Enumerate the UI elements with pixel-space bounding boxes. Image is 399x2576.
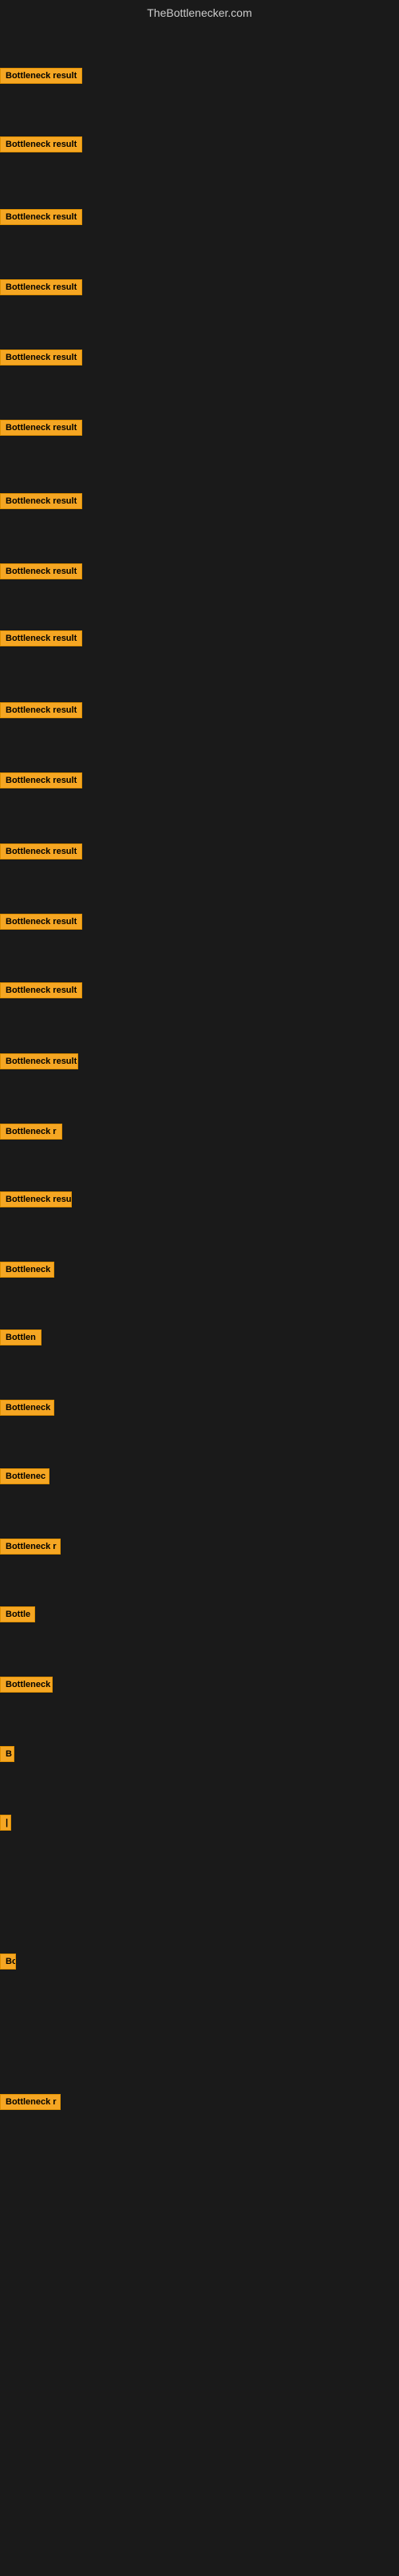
list-item: Bottleneck r	[0, 1539, 61, 1559]
bottleneck-result-badge: Bottleneck result	[0, 420, 82, 436]
list-item: Bottleneck result	[0, 279, 82, 299]
list-item: Bottleneck	[0, 1400, 54, 1420]
list-item: Bottleneck result	[0, 420, 82, 440]
bottleneck-result-badge: Bottleneck result	[0, 982, 82, 998]
list-item: Bottleneck resu	[0, 1191, 72, 1211]
list-item: Bottlen	[0, 1329, 41, 1349]
list-item: Bottleneck result	[0, 493, 82, 513]
list-item: Bottle	[0, 1606, 35, 1626]
list-item: Bottleneck result	[0, 914, 82, 934]
list-item: Bottleneck result	[0, 772, 82, 792]
bottleneck-result-badge: Bottleneck	[0, 1677, 53, 1693]
bottleneck-result-badge: B	[0, 1746, 14, 1762]
bottleneck-result-badge: Bo	[0, 1954, 16, 1970]
bottleneck-result-badge: Bottle	[0, 1606, 35, 1622]
list-item: Bottlenec	[0, 1468, 49, 1488]
bottleneck-result-badge: Bottleneck result	[0, 772, 82, 788]
list-item: Bottleneck	[0, 1262, 54, 1282]
list-item: Bottleneck result	[0, 702, 82, 722]
list-item: B	[0, 1746, 14, 1766]
list-item: Bottleneck result	[0, 209, 82, 229]
bottleneck-result-badge: Bottleneck r	[0, 2094, 61, 2110]
bottleneck-result-badge: Bottleneck result	[0, 563, 82, 579]
list-item: Bottleneck result	[0, 350, 82, 369]
site-title: TheBottlenecker.com	[0, 0, 399, 22]
list-item: Bottleneck r	[0, 1124, 62, 1144]
bottleneck-result-badge: Bottleneck	[0, 1262, 54, 1278]
bottleneck-result-badge: Bottleneck result	[0, 1053, 78, 1069]
bottleneck-result-badge: Bottleneck r	[0, 1539, 61, 1555]
bottleneck-result-badge: Bottleneck resu	[0, 1191, 72, 1207]
list-item: Bottleneck result	[0, 563, 82, 583]
list-item: Bottleneck result	[0, 68, 82, 88]
bottleneck-result-badge: Bottleneck result	[0, 209, 82, 225]
bottleneck-result-badge: Bottleneck result	[0, 136, 82, 152]
bottleneck-result-badge: Bottleneck result	[0, 493, 82, 509]
list-item: Bo	[0, 1954, 16, 1973]
list-item: Bottleneck result	[0, 982, 82, 1002]
bottleneck-result-badge: Bottleneck result	[0, 350, 82, 365]
list-item: Bottleneck result	[0, 136, 82, 156]
bottleneck-result-badge: Bottleneck result	[0, 630, 82, 646]
bottleneck-result-badge: Bottleneck	[0, 1400, 54, 1416]
bottleneck-result-badge: Bottleneck result	[0, 68, 82, 84]
list-item: Bottleneck result	[0, 844, 82, 863]
bottleneck-result-badge: Bottleneck r	[0, 1124, 62, 1140]
list-item: Bottleneck result	[0, 1053, 78, 1073]
list-item: |	[0, 1815, 11, 1835]
bottleneck-result-badge: Bottleneck result	[0, 702, 82, 718]
list-item: Bottleneck	[0, 1677, 53, 1697]
list-item: Bottleneck r	[0, 2094, 61, 2114]
bottleneck-result-badge: Bottleneck result	[0, 914, 82, 930]
bottleneck-result-badge: Bottlen	[0, 1329, 41, 1345]
bottleneck-result-badge: |	[0, 1815, 11, 1831]
list-item: Bottleneck result	[0, 630, 82, 650]
bottleneck-result-badge: Bottleneck result	[0, 279, 82, 295]
bottleneck-result-badge: Bottleneck result	[0, 844, 82, 859]
bottleneck-result-badge: Bottlenec	[0, 1468, 49, 1484]
